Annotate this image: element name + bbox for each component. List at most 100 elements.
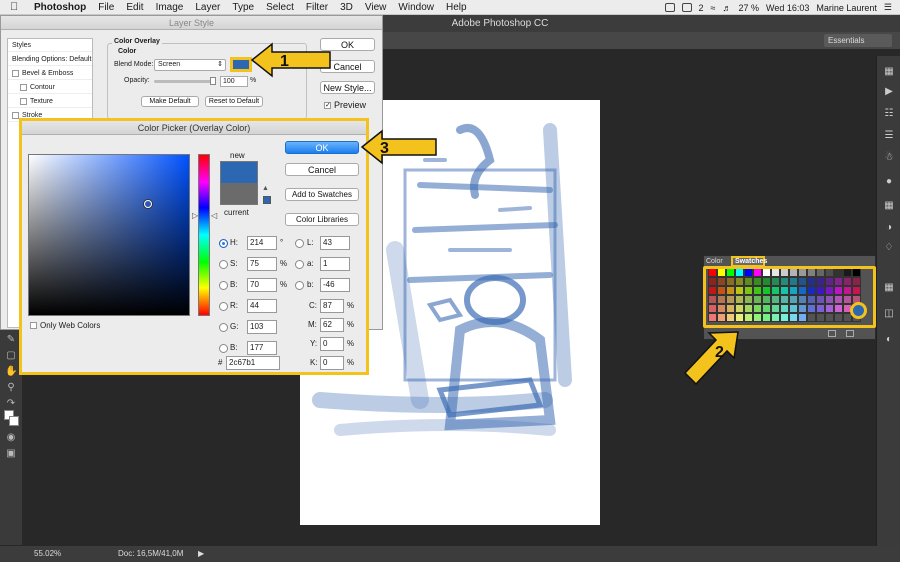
stroke-checkbox[interactable]: [12, 111, 19, 119]
workspace-select[interactable]: Essentials: [824, 34, 892, 47]
radio-saturation[interactable]: [219, 260, 228, 269]
brush-settings-icon[interactable]: ☃: [882, 152, 896, 164]
quick-mask-icon[interactable]: ◉: [5, 432, 17, 444]
navigator-icon[interactable]: ◐: [882, 334, 896, 346]
adjustments-icon[interactable]: ☰: [882, 130, 896, 142]
hue-input[interactable]: 214: [247, 236, 277, 250]
style-item-bevel[interactable]: Bevel & Emboss: [8, 67, 92, 80]
menu-help[interactable]: Help: [440, 2, 473, 13]
history-icon[interactable]: ▦: [882, 66, 896, 78]
zoom-level[interactable]: 55.02%: [34, 546, 61, 562]
menu-edit[interactable]: Edit: [120, 2, 149, 13]
dropbox-icon[interactable]: [664, 3, 675, 12]
screen-mode-icon[interactable]: ▣: [5, 448, 17, 460]
picker-cancel-button[interactable]: Cancel: [285, 163, 359, 176]
menu-layer[interactable]: Layer: [189, 2, 226, 13]
color-field-cursor[interactable]: [144, 200, 152, 208]
menu-app[interactable]: Photoshop: [28, 2, 92, 13]
hex-input[interactable]: 2c67b1: [226, 356, 280, 370]
preview-checkbox[interactable]: ✓: [324, 102, 331, 110]
web-safe-swatch[interactable]: [263, 196, 271, 204]
user-name[interactable]: Marine Laurent: [816, 3, 877, 13]
only-web-colors-option[interactable]: Only Web Colors: [30, 321, 100, 331]
background-color-swatch[interactable]: [9, 416, 19, 426]
radio-brightness[interactable]: [219, 281, 228, 290]
new-style-button[interactable]: New Style...: [320, 81, 375, 94]
color-libraries-button[interactable]: Color Libraries: [285, 213, 359, 226]
hand-tool-icon[interactable]: ✋: [5, 366, 17, 378]
color-field[interactable]: [28, 154, 190, 316]
zoom-tool-icon[interactable]: ⚲: [5, 382, 17, 394]
styles-icon[interactable]: ▦: [882, 200, 896, 212]
opacity-slider-thumb[interactable]: [210, 77, 216, 85]
radio-blue[interactable]: [219, 344, 228, 353]
swatches-panel-icon[interactable]: ▦: [882, 282, 896, 294]
contour-checkbox[interactable]: [20, 83, 27, 91]
color-panel-icon[interactable]: ◫: [882, 308, 896, 320]
opacity-input[interactable]: 100: [220, 76, 248, 87]
hue-left-arrow-icon[interactable]: ▷: [192, 211, 198, 220]
delete-swatch-icon[interactable]: [846, 330, 854, 337]
properties-icon[interactable]: ☷: [882, 108, 896, 120]
menu-list-icon[interactable]: ☰: [884, 2, 892, 13]
green-input[interactable]: 103: [247, 320, 277, 334]
app-icon[interactable]: [681, 3, 692, 12]
b-lab-input[interactable]: -46: [320, 278, 350, 292]
lightness-input[interactable]: 43: [320, 236, 350, 250]
wifi-icon[interactable]: ≈: [711, 3, 716, 13]
radio-green[interactable]: [219, 323, 228, 332]
red-input[interactable]: 44: [247, 299, 277, 313]
menu-view[interactable]: View: [359, 2, 393, 13]
rectangle-tool-icon[interactable]: ▢: [5, 350, 17, 362]
saturation-input[interactable]: 75: [247, 257, 277, 271]
swap-colors-icon[interactable]: ↷: [5, 398, 17, 410]
menu-image[interactable]: Image: [150, 2, 190, 13]
new-swatch-icon[interactable]: [828, 330, 836, 337]
menu-filter[interactable]: Filter: [300, 2, 334, 13]
layers-icon[interactable]: ♢: [882, 242, 896, 254]
play-actions-icon[interactable]: ▶: [882, 86, 896, 98]
reset-default-button[interactable]: Reset to Default: [205, 96, 263, 107]
yellow-input[interactable]: 0: [320, 337, 344, 351]
menu-window[interactable]: Window: [392, 2, 440, 13]
menu-type[interactable]: Type: [226, 2, 260, 13]
hue-slider[interactable]: [198, 154, 210, 316]
volume-icon[interactable]: ♬: [722, 3, 731, 13]
make-default-button[interactable]: Make Default: [141, 96, 199, 107]
channels-icon[interactable]: ●: [882, 176, 896, 188]
radio-red[interactable]: [219, 302, 228, 311]
radio-hue[interactable]: [219, 239, 228, 248]
apple-icon[interactable]: : [10, 1, 24, 13]
crop-tool-icon[interactable]: ✎: [5, 334, 17, 346]
style-item-contour[interactable]: Contour: [8, 81, 92, 94]
hue-right-arrow-icon[interactable]: ◁: [211, 211, 217, 220]
texture-checkbox[interactable]: [20, 97, 27, 105]
menu-3d[interactable]: 3D: [334, 2, 359, 13]
a-input[interactable]: 1: [320, 257, 350, 271]
overlay-color-swatch[interactable]: [230, 57, 252, 72]
paths-icon[interactable]: ◑: [882, 222, 896, 234]
current-color-preview[interactable]: [220, 183, 258, 205]
clock[interactable]: Wed 16:03: [766, 3, 809, 13]
blend-mode-select[interactable]: Screen ⇕: [154, 59, 226, 71]
bevel-checkbox[interactable]: [12, 69, 19, 77]
style-item-styles[interactable]: Styles: [8, 39, 92, 52]
menu-file[interactable]: File: [92, 2, 120, 13]
only-web-colors-checkbox[interactable]: [30, 322, 37, 330]
magenta-input[interactable]: 62: [320, 318, 344, 332]
opacity-slider[interactable]: [154, 80, 214, 83]
style-item-blending[interactable]: Blending Options: Default: [8, 53, 92, 66]
brightness-input[interactable]: 70: [247, 278, 277, 292]
radio-a[interactable]: [295, 260, 304, 269]
status-menu-icon[interactable]: ▶: [198, 546, 204, 562]
add-to-swatches-button[interactable]: Add to Swatches: [285, 188, 359, 201]
radio-lightness[interactable]: [295, 239, 304, 248]
menu-select[interactable]: Select: [260, 2, 300, 13]
black-input[interactable]: 0: [320, 356, 344, 370]
style-item-texture[interactable]: Texture: [8, 95, 92, 108]
preview-toggle[interactable]: ✓ Preview: [324, 100, 366, 110]
gamut-cube-icon[interactable]: ▲: [262, 185, 269, 192]
blue-input[interactable]: 177: [247, 341, 277, 355]
cyan-input[interactable]: 87: [320, 299, 344, 313]
radio-b-lab[interactable]: [295, 281, 304, 290]
